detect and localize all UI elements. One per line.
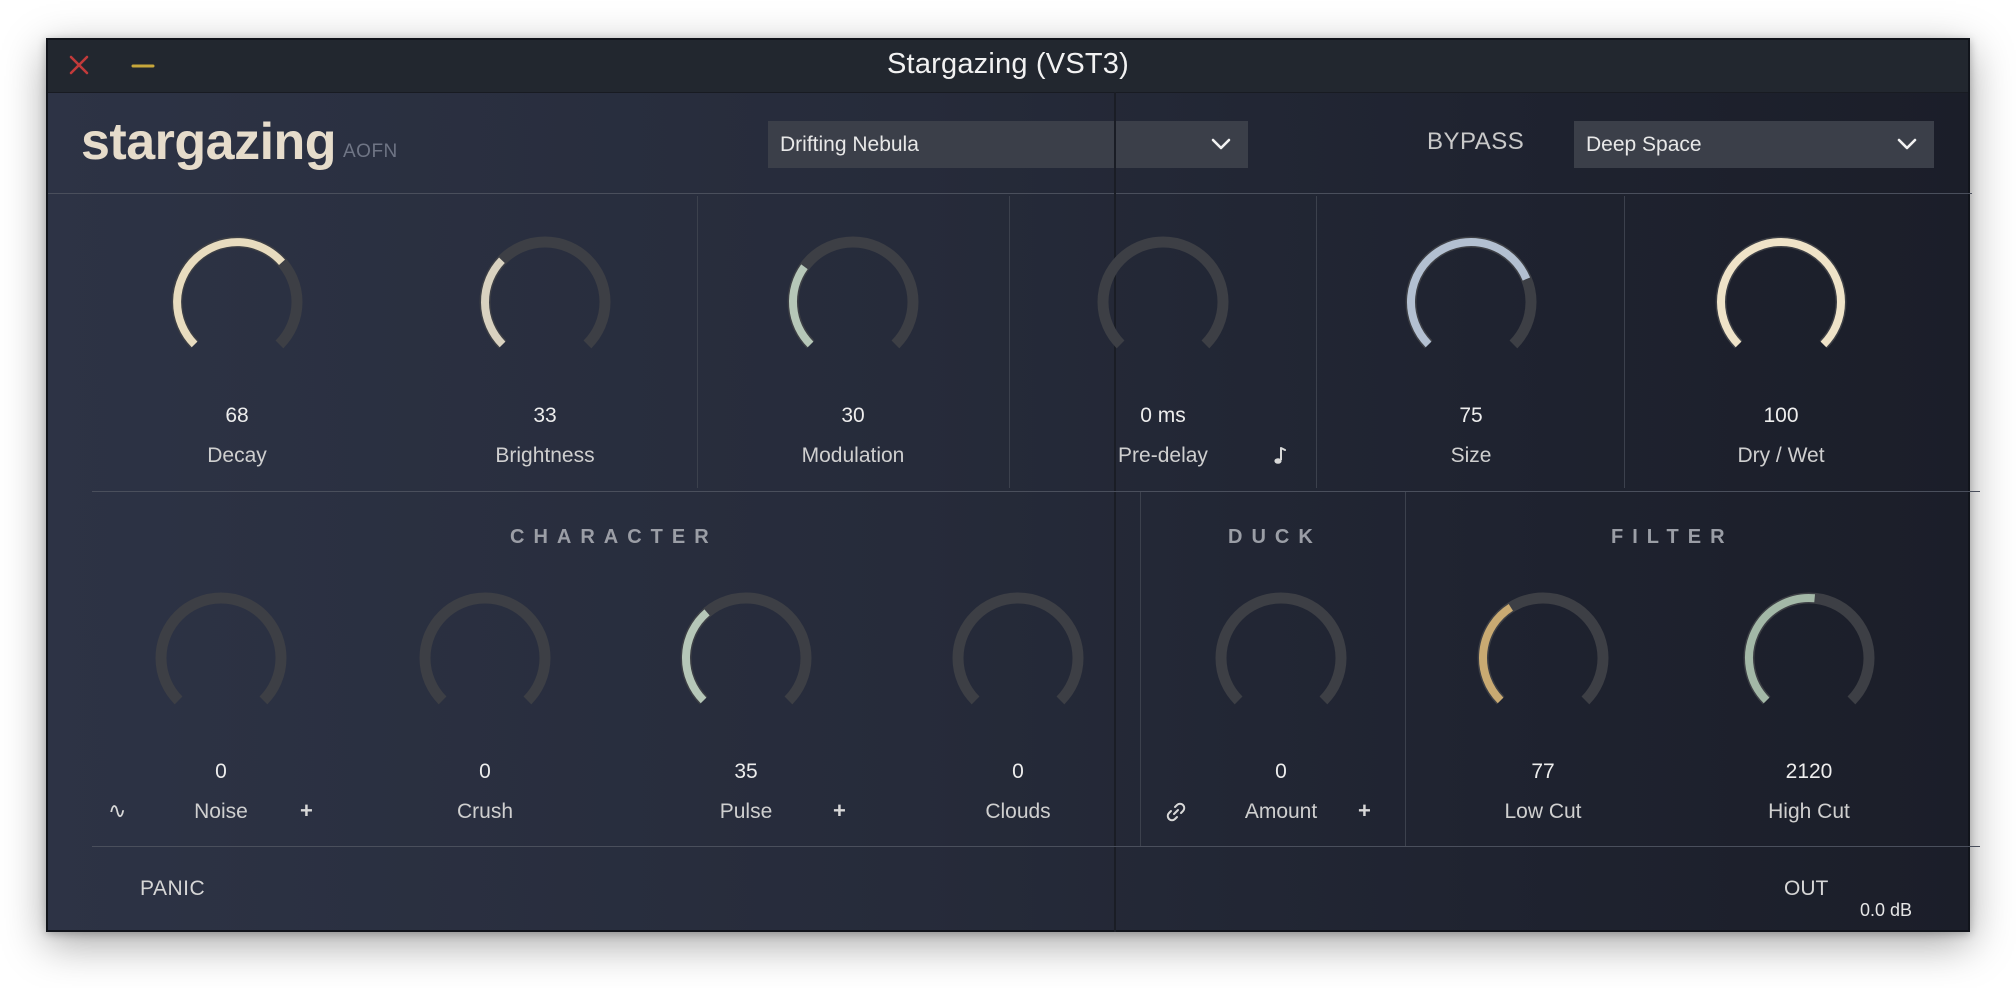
add-icon[interactable]: +: [833, 800, 846, 822]
knob-value-arc: [1745, 594, 1816, 704]
brand-subtitle: AOFN: [343, 141, 398, 162]
pre-delay-label: Pre-delay: [1118, 444, 1208, 467]
divider: [1624, 196, 1625, 488]
divider: [1140, 492, 1141, 846]
knob-track: [419, 592, 551, 705]
pulse-value: 35: [734, 760, 758, 783]
knob-track: [1097, 236, 1229, 349]
section-title-filter: FILTER: [1611, 526, 1734, 548]
knob-value-arc: [173, 238, 286, 348]
brightness-label: Brightness: [495, 444, 595, 467]
dry-wet-knob[interactable]: [1706, 227, 1856, 377]
divider: [1316, 196, 1317, 488]
knob-value-arc: [1407, 238, 1531, 348]
chevron-down-icon: [1897, 138, 1917, 150]
brightness-knob[interactable]: [470, 227, 620, 377]
high-cut-knob[interactable]: [1734, 583, 1884, 733]
crush-knob[interactable]: [410, 583, 560, 733]
knob-track: [952, 592, 1084, 705]
size-value: 75: [1459, 404, 1483, 427]
chevron-down-icon: [1211, 138, 1231, 150]
mode-dropdown-value: Deep Space: [1586, 133, 1702, 156]
sine-wave-icon[interactable]: ∿: [108, 800, 126, 822]
divider: [1405, 492, 1406, 846]
pulse-label: Pulse: [719, 800, 773, 823]
low-cut-knob[interactable]: [1468, 583, 1618, 733]
low-cut-label: Low Cut: [1504, 800, 1582, 823]
clouds-label: Clouds: [985, 800, 1051, 823]
output-label: OUT: [1784, 877, 1829, 900]
preset-dropdown-value: Drifting Nebula: [780, 133, 919, 156]
pulse-knob[interactable]: [671, 583, 821, 733]
knob-track: [787, 236, 919, 349]
window-title: Stargazing (VST3): [887, 48, 1129, 80]
section-title-duck: DUCK: [1228, 526, 1322, 548]
size-label: Size: [1450, 444, 1492, 467]
title-bar: Stargazing (VST3): [48, 40, 1968, 93]
size-knob[interactable]: [1396, 227, 1546, 377]
footer-divider: [92, 846, 1980, 847]
brand-logo: stargazing: [81, 113, 337, 171]
dry-wet-value: 100: [1763, 404, 1799, 427]
add-icon[interactable]: +: [300, 800, 313, 822]
knob-value-arc: [1717, 238, 1845, 348]
link-icon[interactable]: [1166, 802, 1186, 826]
decay-label: Decay: [207, 444, 267, 467]
section-title-character: CHARACTER: [510, 526, 718, 548]
decay-value: 68: [225, 404, 249, 427]
crush-label: Crush: [456, 800, 514, 823]
divider: [697, 196, 698, 488]
high-cut-label: High Cut: [1768, 800, 1850, 823]
pre-delay-value: 0 ms: [1140, 404, 1186, 427]
noise-value: 0: [215, 760, 227, 783]
add-icon[interactable]: +: [1358, 800, 1371, 822]
bypass-button[interactable]: BYPASS: [1427, 128, 1524, 156]
mode-dropdown[interactable]: Deep Space: [1574, 121, 1934, 168]
panic-button[interactable]: PANIC: [140, 877, 205, 901]
knob-track: [479, 236, 611, 349]
modulation-label: Modulation: [801, 444, 905, 467]
low-cut-value: 77: [1531, 760, 1555, 783]
clouds-knob[interactable]: [943, 583, 1093, 733]
modulation-knob[interactable]: [778, 227, 928, 377]
noise-label: Noise: [194, 800, 248, 823]
crush-value: 0: [479, 760, 491, 783]
divider: [1009, 196, 1010, 488]
dry-wet-label: Dry / Wet: [1737, 444, 1825, 467]
knob-track: [155, 592, 287, 705]
duck-amount-label: Amount: [1244, 800, 1318, 823]
clouds-value: 0: [1012, 760, 1024, 783]
noise-knob[interactable]: [146, 583, 296, 733]
pre-delay-knob[interactable]: [1088, 227, 1238, 377]
row-divider: [92, 491, 1980, 492]
music-note-icon[interactable]: [1272, 446, 1286, 470]
header-divider: [48, 193, 1972, 194]
decay-knob[interactable]: [162, 227, 312, 377]
brightness-value: 33: [533, 404, 557, 427]
high-cut-value: 2120: [1785, 760, 1833, 783]
duck-amount-knob[interactable]: [1206, 583, 1356, 733]
duck-amount-value: 0: [1275, 760, 1287, 783]
modulation-value: 30: [841, 404, 865, 427]
output-gain-value[interactable]: 0.0 dB: [1860, 900, 1912, 921]
preset-dropdown[interactable]: Drifting Nebula: [768, 121, 1248, 168]
center-seam: [1114, 92, 1116, 932]
knob-track: [1215, 592, 1347, 705]
plugin-window: Stargazing (VST3) stargazing AOFN Drifti…: [46, 38, 1980, 932]
